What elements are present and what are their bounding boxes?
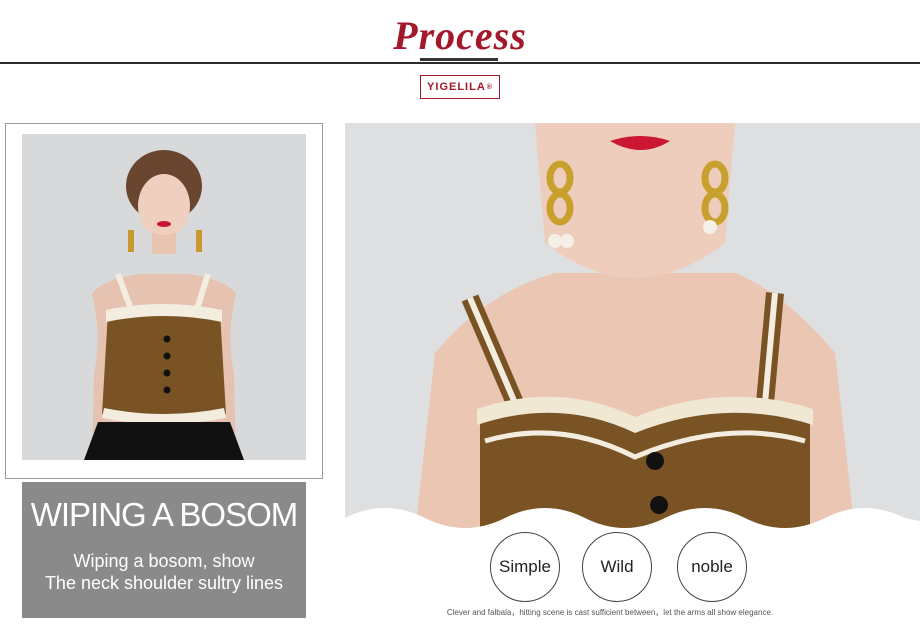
tag-wild: Wild: [582, 532, 652, 602]
header-divider: [0, 62, 920, 64]
brand-name: YIGELILA: [427, 81, 486, 93]
feature-subline-1: Wiping a bosom, show: [73, 551, 255, 571]
feature-heading: WIPING A BOSOM: [30, 496, 299, 533]
tag-simple: Simple: [490, 532, 560, 602]
registered-mark: ®: [486, 83, 493, 91]
page-title: Process: [393, 13, 527, 58]
feature-subline-2: The neck shoulder sultry lines: [44, 573, 284, 593]
brand-badge: YIGELILA ®: [420, 75, 500, 99]
feature-description: Wiping a bosom, show The neck shoulder s…: [22, 550, 306, 594]
caption-text: Clever and falbala，hitting scene is cast…: [446, 608, 774, 617]
feature-panel: WIPING A BOSOM Wiping a bosom, show The …: [22, 482, 306, 618]
tag-noble: noble: [677, 532, 747, 602]
title-underline: [420, 58, 498, 61]
neckline-closeup-photo: [345, 123, 920, 533]
model-full-photo: [22, 134, 306, 460]
